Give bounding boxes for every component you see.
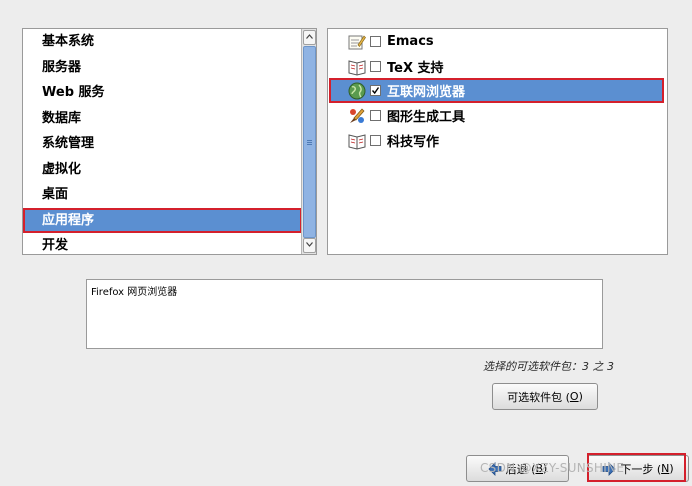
arrow-left-icon	[488, 461, 502, 476]
paint-icon	[350, 107, 365, 123]
book-icon	[348, 59, 366, 76]
chevron-down-icon	[306, 242, 313, 247]
category-item-base-system[interactable]: 基本系统	[23, 29, 302, 55]
package-label: 图形生成工具	[387, 110, 466, 125]
scrollbar-thumb[interactable]	[303, 46, 316, 238]
selection-count: 选择的可选软件包：3 之 3	[483, 360, 614, 373]
package-item-graphics-tools[interactable]: 图形生成工具	[329, 103, 664, 128]
package-label: 互联网浏览器	[387, 85, 466, 100]
package-item-emacs[interactable]: Emacs	[329, 29, 664, 54]
package-label: 科技写作	[387, 135, 440, 150]
category-item-databases[interactable]: 数据库	[23, 106, 302, 132]
category-scrollbar[interactable]	[301, 29, 316, 254]
package-item-technical-writing[interactable]: 科技写作	[329, 128, 664, 153]
grip-line	[307, 144, 312, 145]
book-icon	[348, 133, 366, 150]
package-description: Firefox 网页浏览器	[91, 287, 178, 298]
category-item-virtualization[interactable]: 虚拟化	[23, 157, 302, 183]
back-label: 后退 (	[505, 462, 536, 476]
next-label: 下一步 (	[620, 462, 662, 476]
scroll-down-button[interactable]	[303, 238, 316, 253]
checkbox-technical-writing[interactable]	[370, 135, 381, 146]
category-item-desktop[interactable]: 桌面	[23, 182, 302, 208]
category-item-applications[interactable]: 应用程序	[23, 207, 302, 233]
package-description-box: Firefox 网页浏览器	[86, 279, 603, 349]
globe-icon	[348, 82, 366, 99]
next-accel: N	[661, 462, 670, 475]
package-group-list: Emacs TeX 支持 互联网浏览器 图形生成工具 科技写作	[327, 28, 668, 255]
back-label-end: )	[543, 462, 548, 475]
category-item-development[interactable]: 开发	[23, 233, 302, 254]
checkbox-graphics-tools[interactable]	[370, 110, 381, 121]
back-button[interactable]: 后退 (B)	[466, 455, 569, 482]
editor-icon	[348, 34, 366, 49]
checkbox-emacs[interactable]	[370, 36, 381, 47]
optional-packages-label-end: )	[578, 390, 583, 403]
scroll-up-button[interactable]	[303, 30, 316, 45]
arrow-right-icon	[602, 461, 616, 476]
grip-line	[307, 142, 312, 143]
next-button[interactable]: 下一步 (N)	[587, 455, 689, 482]
package-item-tex[interactable]: TeX 支持	[329, 54, 664, 79]
grip-line	[307, 140, 312, 141]
package-label: TeX 支持	[387, 61, 444, 76]
next-label-end: )	[669, 462, 674, 475]
package-item-web-browser[interactable]: 互联网浏览器	[329, 78, 664, 103]
category-list-panel: 基本系统 服务器 Web 服务 数据库 系统管理 虚拟化 桌面 应用程序 开发	[22, 28, 317, 255]
category-list: 基本系统 服务器 Web 服务 数据库 系统管理 虚拟化 桌面 应用程序 开发	[23, 29, 302, 254]
checkmark-icon	[371, 87, 380, 95]
chevron-up-icon	[306, 34, 313, 39]
checkbox-web-browser[interactable]	[370, 85, 381, 96]
back-accel: B	[535, 462, 544, 475]
package-label: Emacs	[387, 34, 434, 49]
optional-packages-label: 可选软件包 (	[507, 390, 570, 404]
category-item-system-management[interactable]: 系统管理	[23, 131, 302, 157]
category-item-web-services[interactable]: Web 服务	[23, 80, 302, 106]
optional-packages-accel: O	[569, 390, 579, 403]
checkbox-tex[interactable]	[370, 61, 381, 72]
category-item-servers[interactable]: 服务器	[23, 55, 302, 81]
optional-packages-button[interactable]: 可选软件包 (O)	[492, 383, 598, 410]
